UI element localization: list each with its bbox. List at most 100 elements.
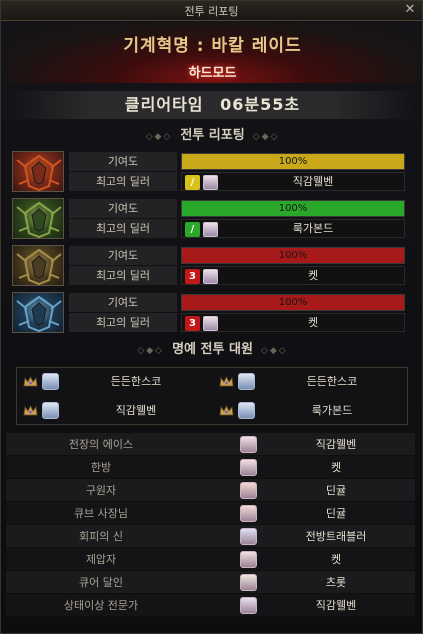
contribution-percent: 100% (278, 297, 308, 308)
top-dealer-line: 최고의 딜러 3 켓 (69, 313, 405, 332)
character-portrait-icon (238, 402, 255, 419)
top-dealer-name: 켓 (307, 269, 319, 282)
difficulty-label: 하드모드 (188, 66, 237, 81)
award-row: 전장의 에이스 직감웰벤 (6, 433, 415, 456)
character-portrait-icon (240, 551, 257, 568)
award-title: 제압자 (85, 553, 117, 566)
raid-banner: 기계혁명 : 바칼 레이드 하드모드 (8, 23, 417, 83)
honor-member: 든든한스코 (213, 368, 409, 396)
divider-ornament-icon: ◇◆◇ (252, 132, 280, 142)
award-row: 구원자 딘귤 (6, 479, 415, 502)
character-portrait-icon (240, 482, 257, 499)
party-crest-icon (12, 245, 64, 286)
honor-member: 든든한스코 (17, 368, 213, 396)
award-row: 큐브 사장님 딘귤 (6, 502, 415, 525)
contribution-bar: 100% (181, 294, 405, 311)
crown-icon (219, 376, 234, 387)
honor-member: 직감웰벤 (17, 397, 213, 425)
award-recipient-name: 직감웰벤 (315, 599, 357, 612)
award-row: 한방 켓 (6, 456, 415, 479)
contribution-percent: 100% (278, 203, 308, 214)
contribution-bar: 100% (181, 200, 405, 217)
character-portrait-icon (240, 528, 257, 545)
honor-member: 룩가본드 (213, 397, 409, 425)
party-crest-icon (12, 151, 64, 192)
top-dealer-line: 최고의 딜러 / 직감웰벤 (69, 172, 405, 191)
job-class-icon: / (185, 175, 200, 190)
top-dealer-name: 직감웰벤 (292, 175, 334, 188)
character-portrait-icon (240, 597, 257, 614)
job-class-icon: / (185, 222, 200, 237)
job-class-icon: 3 (185, 269, 200, 284)
character-portrait-icon (203, 175, 218, 190)
party-row: 기여도 100% 최고의 딜러 3 켓 (12, 245, 407, 286)
crown-icon (219, 405, 234, 416)
honor-member-name: 직감웰벤 (115, 404, 157, 417)
divider-ornament-icon: ◇◆◇ (145, 132, 173, 142)
contribution-line: 기여도 100% (69, 152, 405, 171)
contribution-bar: 100% (181, 153, 405, 170)
party-row: 기여도 100% 최고의 딜러 3 켓 (12, 292, 407, 333)
contribution-label: 기여도 (69, 199, 177, 218)
clear-time-bar: 클리어타임 06분55초 (8, 91, 417, 119)
clear-time-label: 클리어타임 (124, 95, 204, 114)
award-recipient-name: 켓 (330, 553, 342, 566)
character-portrait-icon (203, 316, 218, 331)
award-recipient-name: 전방트래블러 (305, 530, 367, 543)
award-list: 전장의 에이스 직감웰벤 한방 켓 구원자 딘귤 큐브 사장님 딘귤 회피의 신… (6, 433, 415, 617)
raid-name: 기계혁명 : 바칼 레이드 (123, 36, 302, 56)
contribution-percent: 100% (278, 250, 308, 261)
crown-icon (23, 405, 38, 416)
character-portrait-icon (240, 505, 257, 522)
window-title: 전투 리포팅 (184, 4, 239, 18)
title-bar[interactable]: 전투 리포팅 ✕ (1, 1, 422, 21)
clear-time-value: 06분55초 (220, 95, 301, 114)
award-recipient-name: 직감웰벤 (315, 438, 357, 451)
top-dealer-line: 최고의 딜러 / 룩가본드 (69, 219, 405, 238)
award-title: 회피의 신 (79, 530, 123, 543)
battle-report-window: 전투 리포팅 ✕ 기계혁명 : 바칼 레이드 하드모드 클리어타임 06분55초… (0, 0, 423, 634)
character-portrait-icon (203, 222, 218, 237)
top-dealer-box: 3 켓 (181, 313, 405, 332)
top-dealer-name: 켓 (307, 316, 319, 329)
report-header-text: 전투 리포팅 (180, 128, 245, 143)
award-row: 제압자 켓 (6, 548, 415, 571)
award-recipient-name: 켓 (330, 461, 342, 474)
honor-header-text: 명예 전투 대원 (172, 342, 253, 357)
close-icon[interactable]: ✕ (403, 2, 417, 18)
character-portrait-icon (42, 402, 59, 419)
award-title: 전장의 에이스 (68, 438, 134, 451)
top-dealer-name: 룩가본드 (292, 222, 334, 235)
honor-section-header: ◇◆◇ 명예 전투 대원 ◇◆◇ (8, 341, 417, 359)
character-portrait-icon (203, 269, 218, 284)
award-row: 상태이상 전문가 직감웰벤 (6, 594, 415, 617)
character-portrait-icon (42, 373, 59, 390)
honor-member-name: 든든한스코 (306, 375, 358, 388)
contribution-line: 기여도 100% (69, 246, 405, 265)
crown-icon (23, 376, 38, 387)
party-crest-icon (12, 292, 64, 333)
party-row: 기여도 100% 최고의 딜러 / 룩가본드 (12, 198, 407, 239)
top-dealer-label: 최고의 딜러 (69, 172, 177, 191)
top-dealer-box: / 룩가본드 (181, 219, 405, 238)
party-row: 기여도 100% 최고의 딜러 / 직감웰벤 (12, 151, 407, 192)
honor-member-name: 룩가본드 (311, 404, 353, 417)
report-section-header: ◇◆◇ 전투 리포팅 ◇◆◇ (8, 127, 417, 145)
divider-ornament-icon: ◇◆◇ (137, 346, 165, 356)
award-recipient-name: 츠롯 (325, 576, 347, 589)
top-dealer-label: 최고의 딜러 (69, 266, 177, 285)
contribution-line: 기여도 100% (69, 293, 405, 312)
contribution-label: 기여도 (69, 293, 177, 312)
top-dealer-label: 최고의 딜러 (69, 313, 177, 332)
award-title: 상태이상 전문가 (63, 599, 139, 612)
contribution-percent: 100% (278, 156, 308, 167)
character-portrait-icon (238, 373, 255, 390)
award-title: 큐어 달인 (79, 576, 123, 589)
top-dealer-line: 최고의 딜러 3 켓 (69, 266, 405, 285)
divider-ornament-icon: ◇◆◇ (260, 346, 288, 356)
award-recipient-name: 딘귤 (325, 507, 347, 520)
award-title: 구원자 (85, 484, 117, 497)
character-portrait-icon (240, 459, 257, 476)
award-row: 회피의 신 전방트래블러 (6, 525, 415, 548)
contribution-label: 기여도 (69, 152, 177, 171)
